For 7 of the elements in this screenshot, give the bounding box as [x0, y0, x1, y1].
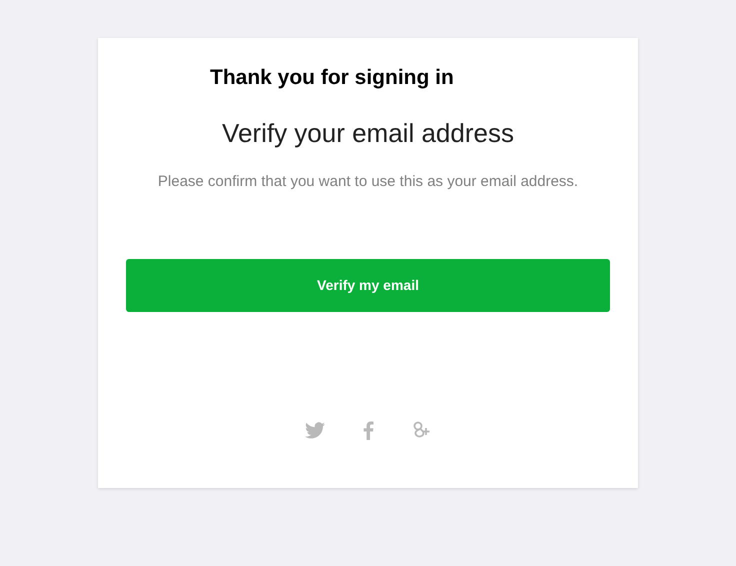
g-plus-icon[interactable]	[412, 420, 432, 440]
f-logo-icon[interactable]	[362, 420, 374, 440]
bird-icon[interactable]	[304, 422, 324, 438]
heading: Verify your email address	[222, 116, 514, 150]
verify-button[interactable]: Verify my email	[126, 259, 610, 312]
greeting-title: Thank you for signing in	[210, 66, 454, 89]
message-text: Please confirm that you want to use this as your email address.	[158, 172, 578, 192]
